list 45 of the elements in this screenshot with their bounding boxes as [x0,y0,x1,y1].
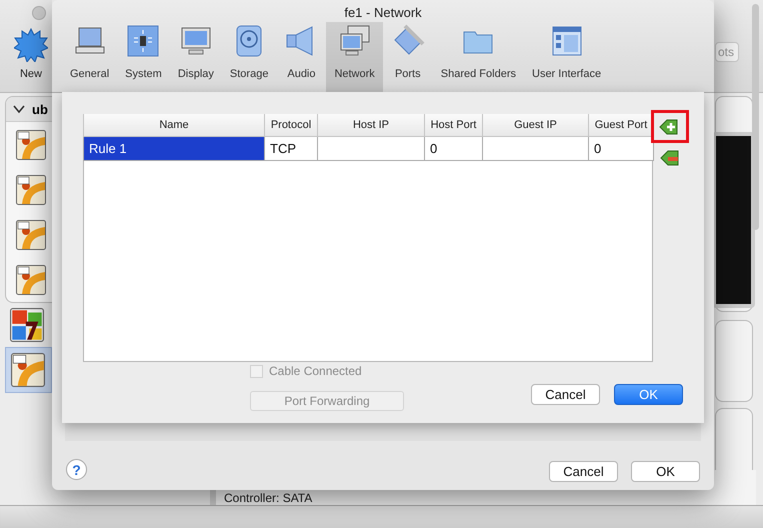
os-logo-icon [16,220,46,250]
settings-tab[interactable]: Shared Folders [432,22,524,92]
column-header[interactable]: Host Port [424,114,482,136]
cancel-button[interactable]: Cancel [531,384,600,405]
column-header[interactable]: Guest IP [482,114,588,136]
column-header[interactable]: Name [84,114,264,136]
chevron-icon [12,104,26,114]
os-logo-icon [11,353,45,387]
scrollbar[interactable] [752,4,759,230]
settings-tab[interactable]: Display [170,22,222,92]
vm-item[interactable] [5,347,52,393]
window-title: fe1 - Network [344,5,422,20]
column-header[interactable]: Guest Port [588,114,654,136]
group-name: ub [32,102,48,116]
help-button[interactable]: ? [66,459,87,480]
new-button[interactable]: New [14,28,48,80]
table-cell[interactable]: 0 [424,136,482,160]
window-layout-icon [550,24,584,58]
checkbox-label: Cable Connected [269,364,362,378]
ok-button[interactable]: OK [631,461,700,482]
group-header[interactable]: ub [6,97,52,122]
settings-tab[interactable]: System [117,22,170,92]
os-logo-icon [16,130,46,160]
table-cell[interactable] [482,136,588,160]
os-logo-icon [16,174,46,204]
column-header[interactable]: Host IP [318,114,424,136]
table-cell[interactable]: TCP [264,136,318,160]
settings-tab[interactable]: Ports [382,22,433,92]
settings-tab[interactable]: User Interface [524,22,610,92]
os-logo-icon [16,264,46,294]
chip-icon [126,24,160,58]
checkbox[interactable] [250,364,263,378]
os-logo-icon [10,308,44,342]
table-cell[interactable] [318,136,424,160]
controller-label: Controller: SATA [224,492,312,505]
settings-tab[interactable]: General [62,22,118,92]
starburst-icon [14,28,48,62]
settings-tab[interactable]: Network [326,22,383,92]
cancel-button[interactable]: Cancel [549,461,618,482]
table-cell[interactable]: Rule 1 [84,136,264,160]
add-rule-button[interactable] [651,110,689,143]
two-monitors-icon [338,24,372,58]
settings-tab[interactable]: Storage [222,22,276,92]
settings-tab[interactable]: Audio [276,22,326,92]
column-header[interactable]: Protocol [264,114,318,136]
